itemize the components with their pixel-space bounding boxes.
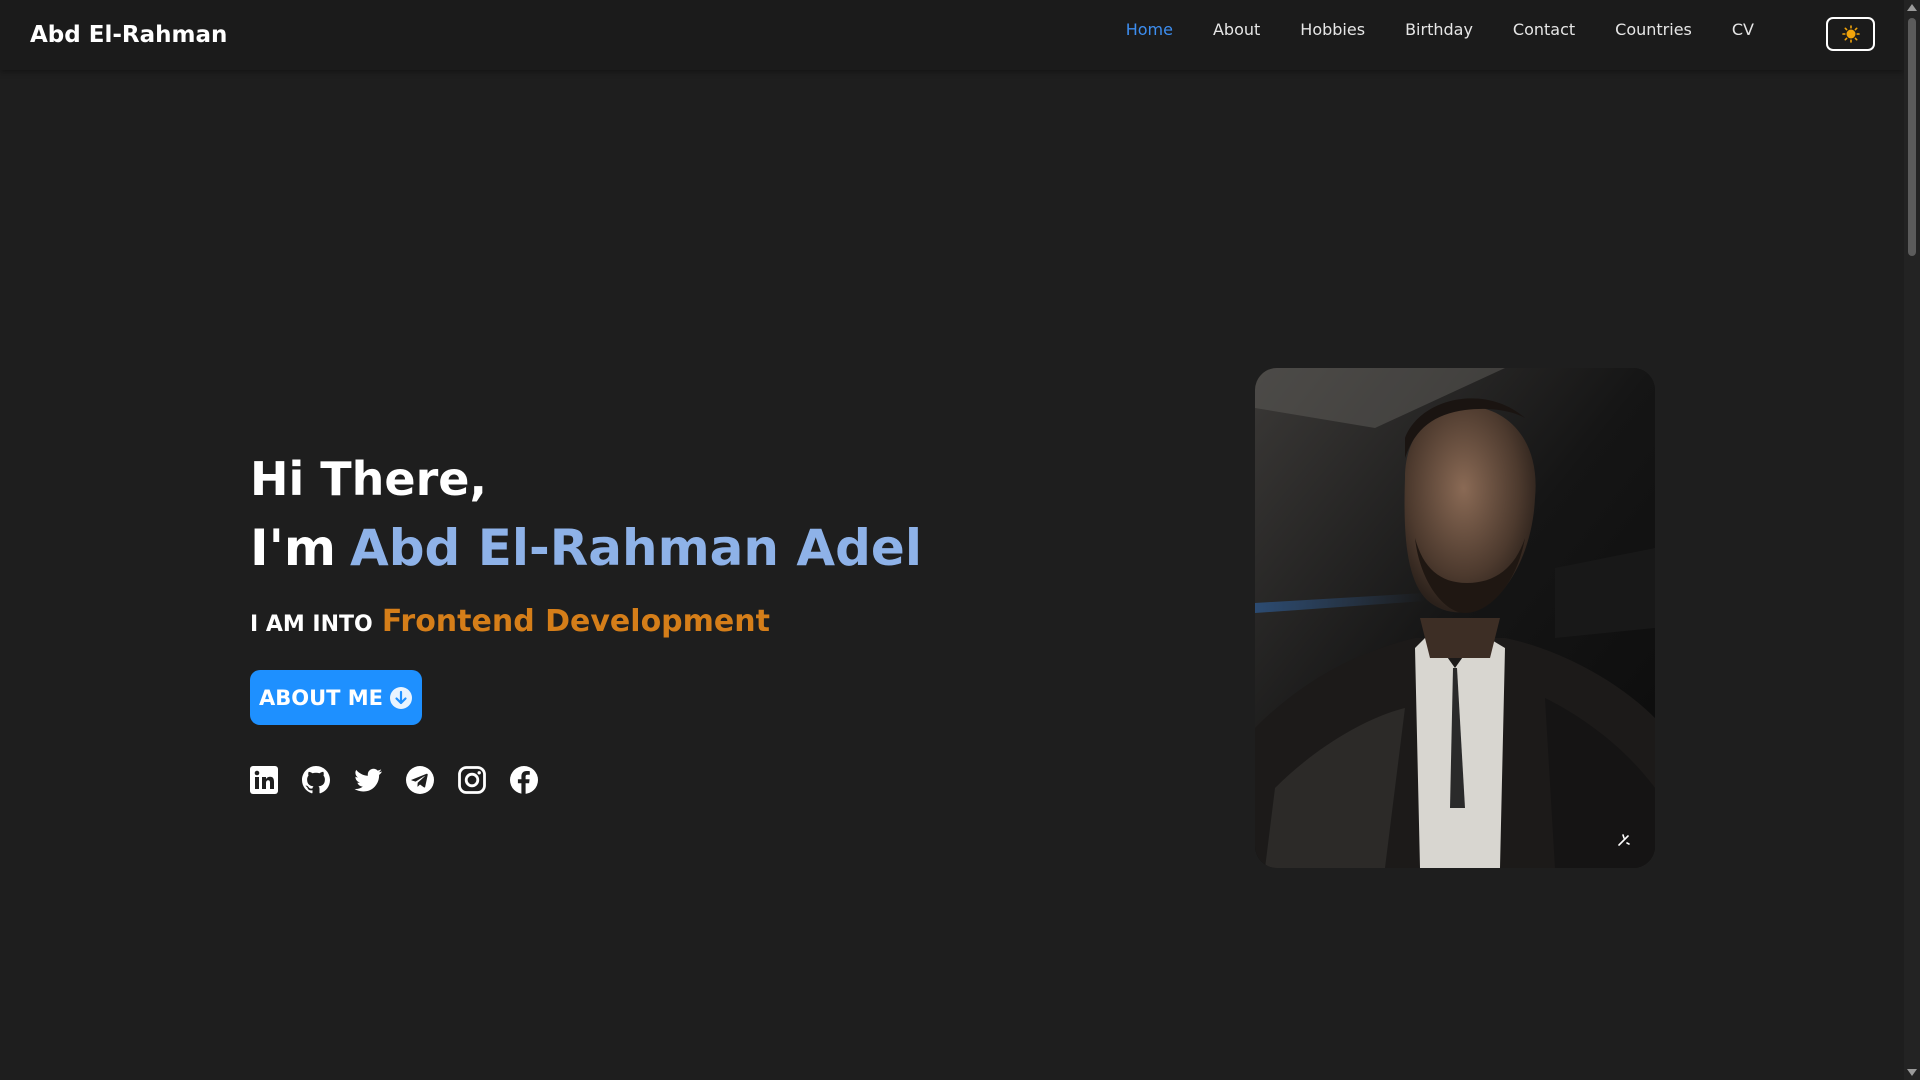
scroll-thumb[interactable] [1908, 18, 1916, 256]
brand-logo[interactable]: Abd El-Rahman [30, 22, 227, 48]
github-icon[interactable] [300, 764, 332, 796]
nav-links: Home About Hobbies Birthday Contact Coun… [1106, 20, 1774, 39]
hero-im-prefix: I'm [250, 519, 337, 577]
nav-birthday[interactable]: Birthday [1385, 20, 1493, 39]
hero-name: Abd El-Rahman Adel [350, 519, 922, 577]
facebook-icon[interactable] [508, 764, 540, 796]
twitter-icon[interactable] [352, 764, 384, 796]
nav-home[interactable]: Home [1106, 20, 1193, 39]
theme-toggle-button[interactable] [1826, 17, 1875, 51]
hero-text: Hi There, I'm Abd El-Rahman Adel I AM INT… [250, 448, 922, 639]
sun-icon [1841, 25, 1860, 43]
scroll-up-arrow[interactable] [1907, 4, 1917, 11]
about-me-button-label: ABOUT ME [258, 685, 384, 710]
hero-greeting: Hi There, [250, 452, 487, 506]
hero-name-line: I'm Abd El-Rahman Adel [250, 510, 922, 586]
hero-role-line: I AM INTO Frontend Development [250, 604, 922, 639]
navbar: Abd El-Rahman Home About Hobbies Birthda… [0, 0, 1904, 70]
nav-contact[interactable]: Contact [1493, 20, 1595, 39]
page-scrollbar[interactable] [1904, 0, 1920, 1080]
hero-role-prefix: I AM INTO [250, 612, 373, 637]
nav-hobbies[interactable]: Hobbies [1280, 20, 1385, 39]
linkedin-icon[interactable] [248, 764, 280, 796]
telegram-icon[interactable] [404, 764, 436, 796]
scroll-down-arrow[interactable] [1907, 1069, 1917, 1076]
instagram-icon[interactable] [456, 764, 488, 796]
nav-countries[interactable]: Countries [1595, 20, 1712, 39]
profile-photo [1255, 368, 1655, 868]
arrow-down-circle-icon [390, 686, 413, 709]
nav-cv[interactable]: CV [1712, 20, 1774, 39]
hero-role: Frontend Development [381, 604, 770, 639]
about-me-button[interactable]: ABOUT ME [250, 670, 422, 725]
social-links [248, 764, 540, 796]
nav-about[interactable]: About [1193, 20, 1280, 39]
